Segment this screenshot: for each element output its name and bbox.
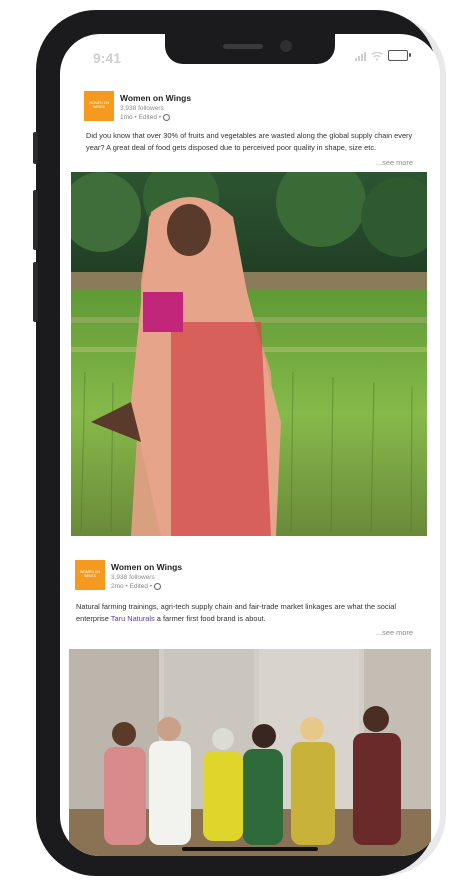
volume-down-button [33,262,38,322]
status-icons [355,50,411,61]
see-more-link[interactable]: ...see more [374,158,413,167]
home-indicator[interactable] [182,847,318,851]
post-header[interactable]: WOMEN ON WINGS Women on Wings 3,938 foll… [75,560,182,590]
status-time: 9:41 [93,50,122,66]
post-photo-group[interactable] [69,649,431,856]
post-text: Did you know that over 30% of fruits and… [86,131,413,152]
post-photo-rice-field[interactable] [71,172,427,536]
rice-field-image [71,172,427,536]
org-logo[interactable]: WOMEN ON WINGS [75,560,105,590]
notch [165,34,335,64]
group-photo-image [69,649,431,856]
org-name[interactable]: Women on Wings [120,93,191,103]
volume-up-button [33,190,38,250]
post-text: Natural farming trainings, agri-tech sup… [76,601,424,624]
globe-icon [154,583,162,590]
speaker [223,44,263,49]
org-logo[interactable]: WOMEN ON WINGS [84,91,114,121]
phone-screen: 9:41 WOMEN ON WINGS Women on Wings 3,938… [60,34,440,856]
post-time-row: 1mo • Edited • [120,114,191,121]
org-name[interactable]: Women on Wings [111,562,182,572]
post-time: 2mo • Edited • [111,583,153,590]
post-time-row: 2mo • Edited • [111,583,182,590]
globe-icon [163,114,171,121]
post-text-end: a farmer first food brand is about. [154,613,266,623]
post-time: 1mo • Edited • [120,114,162,121]
followers-count: 3,938 followers [111,574,155,581]
wifi-icon [371,51,383,61]
signal-icon [355,51,366,61]
see-more-link[interactable]: ...see more [376,628,413,637]
mute-switch [33,132,38,164]
front-camera [280,40,292,52]
battery-icon [388,50,411,61]
post-header[interactable]: WOMEN ON WINGS Women on Wings 3,938 foll… [84,91,191,121]
company-link[interactable]: Taru Naturals [111,614,155,623]
followers-count: 3,938 followers [120,105,164,112]
